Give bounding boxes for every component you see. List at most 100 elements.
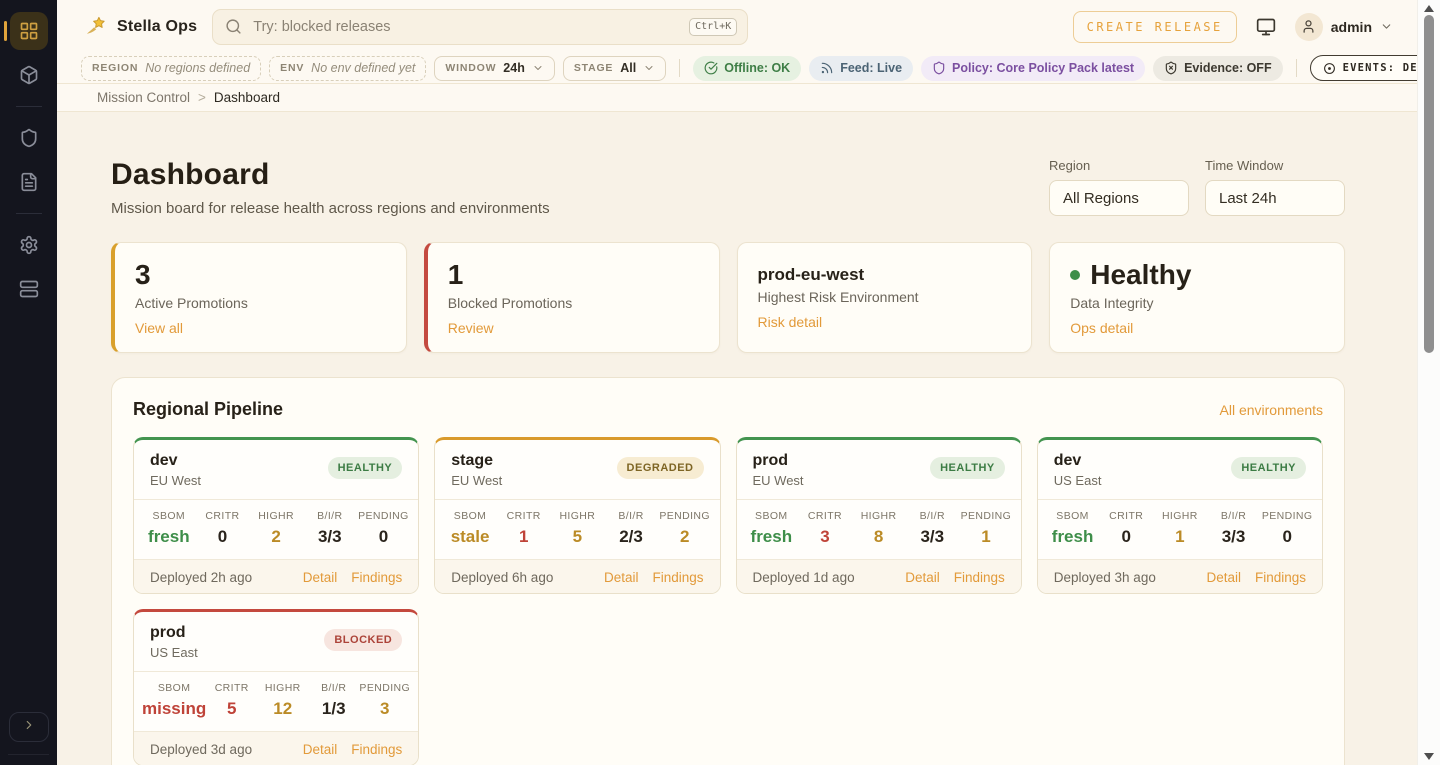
stat-cell: CRITR0	[1099, 510, 1153, 547]
stat-label: B/I/R	[303, 510, 357, 522]
env-context-chip[interactable]: ENV No env defined yet	[269, 56, 426, 81]
findings-link[interactable]: Findings	[351, 742, 402, 757]
breadcrumb-separator: >	[198, 90, 206, 105]
user-icon	[1301, 19, 1316, 34]
findings-link[interactable]: Findings	[351, 570, 402, 585]
stat-label: PENDING	[1260, 510, 1314, 522]
stat-value: fresh	[142, 527, 196, 547]
sidebar-item-file-text[interactable]	[10, 163, 48, 201]
stat-value: fresh	[745, 527, 799, 547]
stage-context-chip[interactable]: STAGE All	[563, 56, 666, 81]
env-card: prodUS EastBLOCKEDSBOMmissingCRITR5HIGHR…	[133, 609, 419, 765]
sidebar-item-layout-grid[interactable]	[10, 12, 48, 50]
deployed-text: Deployed 3d ago	[150, 742, 252, 757]
breadcrumb-current: Dashboard	[214, 90, 280, 105]
chip-value: No env defined yet	[311, 61, 415, 75]
rss-icon	[820, 61, 834, 75]
env-name: prod	[150, 624, 198, 642]
sidebar-item-settings[interactable]	[10, 226, 48, 264]
env-card-title: prodEU West	[753, 452, 804, 488]
region-context-chip[interactable]: REGION No regions defined	[81, 56, 261, 81]
env-links: Detail Findings	[905, 570, 1005, 585]
chip-value: No regions defined	[145, 61, 250, 75]
status-chip-label: Feed: Live	[840, 61, 902, 75]
scrollbar-thumb[interactable]	[1424, 15, 1434, 353]
sidebar-item-shield[interactable]	[10, 119, 48, 157]
env-name: dev	[150, 452, 201, 470]
detail-link[interactable]: Detail	[905, 570, 940, 585]
stat-label: HIGHR	[249, 510, 303, 522]
breadcrumb-parent-link[interactable]: Mission Control	[97, 90, 190, 105]
sidebar-expand-button[interactable]	[9, 712, 49, 742]
findings-link[interactable]: Findings	[954, 570, 1005, 585]
file-text-icon	[19, 172, 39, 192]
detail-link[interactable]: Detail	[1206, 570, 1241, 585]
findings-link[interactable]: Findings	[1255, 570, 1306, 585]
summary-card-link[interactable]: Risk detail	[758, 314, 823, 330]
time-window-filter: Time Window Last 24h	[1205, 158, 1345, 216]
search-icon	[225, 18, 242, 35]
page-subtitle: Mission board for release health across …	[111, 200, 550, 217]
chip-label: ENV	[280, 62, 304, 74]
status-chip-label: Policy: Core Policy Pack latest	[952, 61, 1134, 75]
scrollbar-down-arrow[interactable]	[1424, 753, 1434, 760]
region-select[interactable]: All Regions	[1049, 180, 1189, 216]
stat-cell: B/I/R3/3	[303, 510, 357, 547]
detail-link[interactable]: Detail	[303, 570, 338, 585]
filter-label: Time Window	[1205, 158, 1345, 173]
stat-cell: SBOMfresh	[1046, 510, 1100, 547]
page-title: Dashboard	[111, 158, 550, 192]
stat-value: 3	[798, 527, 852, 547]
monitor-icon[interactable]	[1256, 17, 1276, 37]
findings-link[interactable]: Findings	[652, 570, 703, 585]
sidebar-item-package[interactable]	[10, 56, 48, 94]
stat-cell: B/I/R2/3	[604, 510, 658, 547]
window-context-chip[interactable]: WINDOW 24h	[434, 56, 554, 81]
env-stats: SBOMstaleCRITR1HIGHR5B/I/R2/3PENDING2	[435, 499, 719, 560]
status-chip[interactable]: Offline: OK	[693, 56, 801, 81]
sidebar-item-server[interactable]	[10, 270, 48, 308]
scrollbar-up-arrow[interactable]	[1424, 5, 1434, 12]
context-bar: REGION No regions defined ENV No env def…	[57, 53, 1417, 84]
regional-pipeline-panel: Regional Pipeline All environments devEU…	[111, 377, 1345, 765]
chip-label: STAGE	[574, 62, 613, 74]
stat-cell: PENDING2	[658, 510, 712, 547]
page-title-block: Dashboard Mission board for release heal…	[111, 158, 550, 217]
stat-value: 5	[551, 527, 605, 547]
shield-icon	[19, 128, 39, 148]
status-chip[interactable]: Feed: Live	[809, 56, 913, 81]
user-menu[interactable]: admin	[1295, 13, 1393, 41]
stat-label: SBOM	[745, 510, 799, 522]
search-input[interactable]	[251, 18, 680, 36]
stat-label: B/I/R	[308, 682, 359, 694]
stat-value: 2	[249, 527, 303, 547]
shield-x-icon	[1164, 61, 1178, 75]
create-release-button[interactable]: CREATE RELEASE	[1073, 11, 1237, 43]
stat-value: fresh	[1046, 527, 1100, 547]
summary-card-link[interactable]: Review	[448, 320, 494, 336]
stat-label: HIGHR	[551, 510, 605, 522]
summary-card-value: 3	[135, 258, 386, 292]
status-badge: BLOCKED	[324, 629, 402, 651]
time-window-select[interactable]: Last 24h	[1205, 180, 1345, 216]
detail-link[interactable]: Detail	[604, 570, 639, 585]
sidebar-items	[10, 9, 48, 311]
detail-link[interactable]: Detail	[303, 742, 338, 757]
health-dot-icon	[1070, 270, 1080, 280]
stat-cell: SBOMstale	[443, 510, 497, 547]
chevron-down-icon	[532, 62, 544, 74]
all-environments-link[interactable]: All environments	[1220, 402, 1324, 418]
chip-label: WINDOW	[445, 62, 496, 74]
summary-card-value: Healthy	[1070, 258, 1324, 292]
chevron-down-icon	[643, 62, 655, 74]
status-chip[interactable]: Evidence: OFF	[1153, 56, 1283, 81]
page-filters: Region All Regions Time Window Last 24h	[1049, 158, 1345, 216]
status-badge: HEALTHY	[930, 457, 1005, 479]
status-chip[interactable]: Policy: Core Policy Pack latest	[921, 56, 1145, 81]
env-card: devUS EastHEALTHYSBOMfreshCRITR0HIGHR1B/…	[1037, 437, 1323, 594]
summary-card-link[interactable]: View all	[135, 320, 183, 336]
env-card-footer: Deployed 3h agoDetailFindings	[1038, 560, 1322, 594]
divider	[679, 59, 680, 77]
summary-card-link[interactable]: Ops detail	[1070, 320, 1133, 336]
env-card-footer: Deployed 6h agoDetailFindings	[435, 560, 719, 594]
